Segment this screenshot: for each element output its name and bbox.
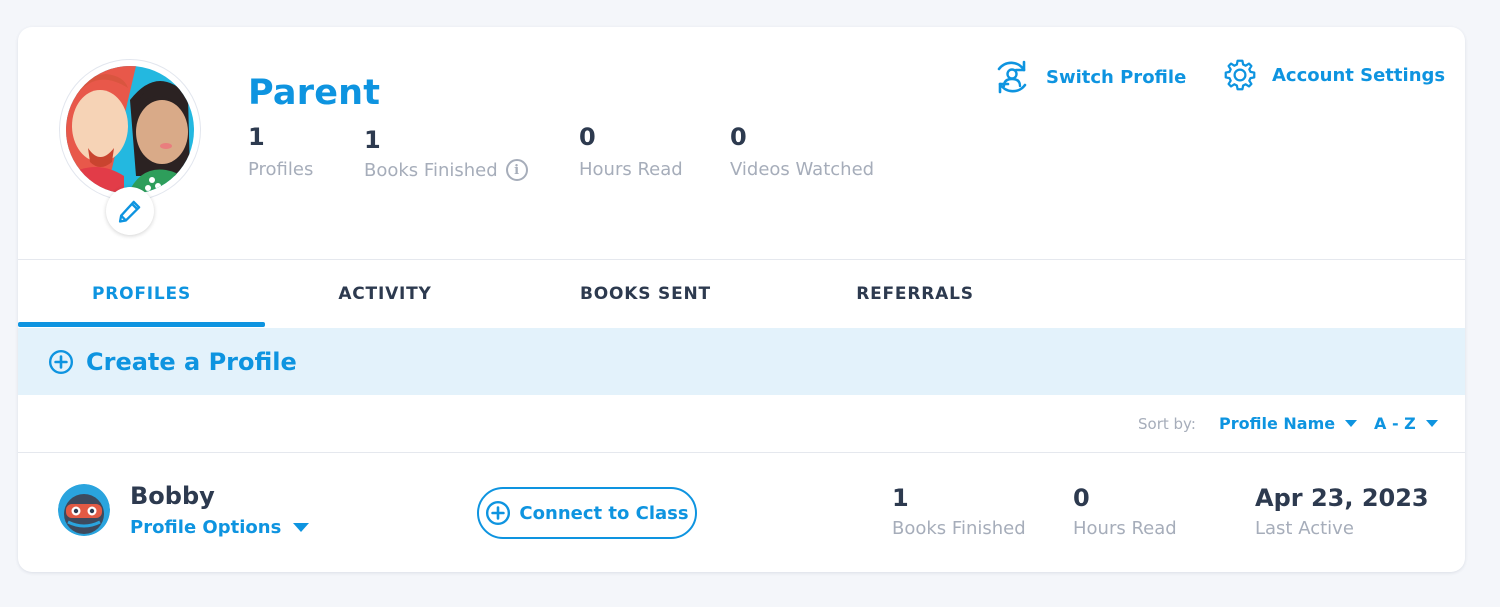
- sort-label: Sort by:: [1138, 415, 1196, 433]
- plus-circle-icon: [486, 500, 511, 526]
- stat-value: 1: [892, 484, 909, 512]
- stat-value: 1: [248, 123, 265, 151]
- parent-avatar-illustration: [66, 66, 194, 194]
- create-profile-label: Create a Profile: [86, 347, 297, 376]
- stat-label: Last Active: [1255, 518, 1354, 539]
- gear-icon: [1224, 59, 1256, 91]
- edit-avatar-button[interactable]: [106, 187, 154, 235]
- stat-label: Hours Read: [1073, 518, 1177, 539]
- tab-bar: PROFILES ACTIVITY BOOKS SENT REFERRALS: [18, 260, 1465, 328]
- stat-hours-read: 0 Hours Read: [579, 123, 683, 180]
- sort-order-value: A - Z: [1374, 414, 1416, 433]
- profile-name: Bobby: [130, 482, 215, 510]
- tab-profiles[interactable]: PROFILES: [18, 260, 265, 328]
- stat-books-finished: 1 Books Finished i: [364, 126, 528, 181]
- account-settings-button[interactable]: Account Settings: [1222, 57, 1445, 93]
- pencil-icon: [118, 200, 141, 223]
- profile-last-active: Apr 23, 2023 Last Active: [1255, 484, 1429, 539]
- stat-label: Books Finished: [364, 159, 498, 181]
- ninja-avatar-icon: [58, 484, 110, 536]
- switch-profile-button[interactable]: Switch Profile: [992, 57, 1186, 97]
- profile-options-dropdown[interactable]: Profile Options: [130, 517, 310, 538]
- stat-label: Hours Read: [579, 159, 683, 180]
- profile-card: Parent 1 Profiles 1 Books Finished i 0 H…: [18, 27, 1465, 572]
- plus-circle-icon: [48, 349, 74, 374]
- stat-value: 0: [579, 123, 596, 151]
- connect-to-class-label: Connect to Class: [519, 502, 689, 524]
- stat-label: Books Finished: [892, 518, 1026, 539]
- caret-down-icon: [1345, 420, 1358, 427]
- tab-books-sent[interactable]: BOOKS SENT: [528, 260, 763, 328]
- account-name: Parent: [248, 73, 381, 113]
- tab-referrals[interactable]: REFERRALS: [798, 260, 1032, 328]
- stat-value: 0: [1073, 484, 1090, 512]
- stat-videos-watched: 0 Videos Watched: [730, 123, 874, 180]
- switch-profile-icon: [997, 60, 1027, 94]
- active-tab-indicator: [18, 322, 265, 327]
- caret-down-icon: [293, 523, 310, 532]
- stat-value: 1: [364, 126, 381, 154]
- parent-avatar: [60, 60, 200, 200]
- profile-books-finished: 1 Books Finished: [892, 484, 1026, 539]
- caret-down-icon: [1425, 420, 1438, 427]
- sort-bar: Sort by: Profile Name A - Z: [18, 395, 1465, 453]
- profile-hours-read: 0 Hours Read: [1073, 484, 1177, 539]
- tab-activity[interactable]: ACTIVITY: [265, 260, 505, 328]
- stat-label: Videos Watched: [730, 159, 875, 180]
- info-icon[interactable]: i: [505, 159, 528, 181]
- stat-value: 0: [730, 123, 747, 151]
- stat-value: Apr 23, 2023: [1255, 484, 1429, 512]
- connect-to-class-button[interactable]: Connect to Class: [477, 487, 697, 539]
- switch-profile-label: Switch Profile: [1046, 66, 1187, 88]
- stat-profiles: 1 Profiles: [248, 123, 313, 180]
- account-settings-label: Account Settings: [1272, 64, 1446, 86]
- profile-avatar: [58, 484, 110, 536]
- profile-options-label: Profile Options: [130, 517, 282, 538]
- create-profile-button[interactable]: Create a Profile: [18, 328, 1465, 395]
- sort-order-dropdown[interactable]: A - Z: [1374, 414, 1438, 433]
- sort-field-dropdown[interactable]: Profile Name: [1219, 414, 1358, 433]
- sort-field-value: Profile Name: [1219, 414, 1336, 433]
- stat-label: Profiles: [248, 159, 314, 180]
